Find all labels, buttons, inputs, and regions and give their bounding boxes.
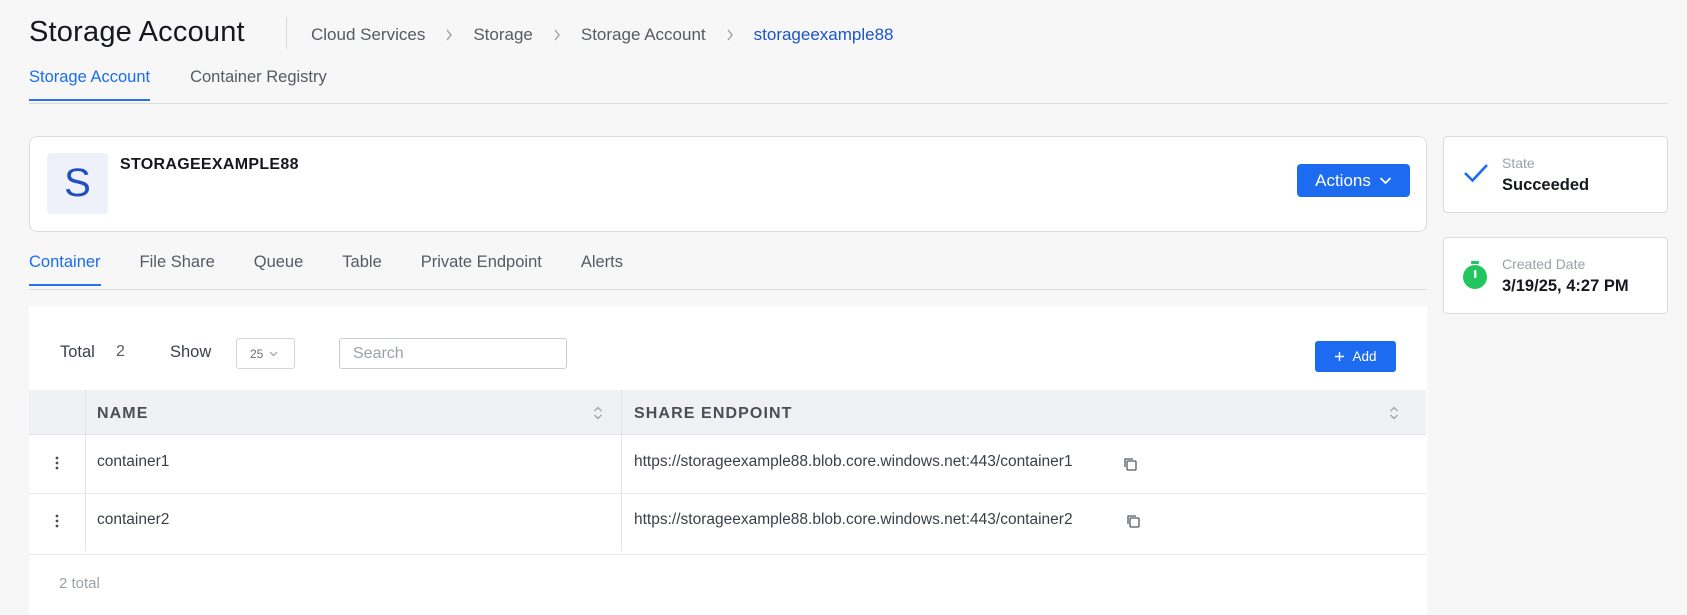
tab-private-endpoint[interactable]: Private Endpoint bbox=[421, 253, 542, 286]
search-input[interactable] bbox=[339, 338, 567, 369]
chevron-down-icon bbox=[269, 351, 278, 357]
total-count: 2 bbox=[116, 343, 125, 360]
column-divider bbox=[621, 390, 622, 551]
tab-storage-account[interactable]: Storage Account bbox=[29, 68, 151, 101]
row-endpoint: https://storageexample88.blob.core.windo… bbox=[634, 511, 1073, 528]
chevron-right-icon bbox=[553, 29, 561, 41]
sub-tabs: Container File Share Queue Table Private… bbox=[29, 253, 662, 286]
row-name: container2 bbox=[97, 511, 170, 528]
row-divider bbox=[29, 554, 1426, 555]
page-size-select[interactable]: 25 bbox=[236, 338, 295, 369]
actions-button[interactable]: Actions bbox=[1297, 164, 1410, 197]
resource-card bbox=[29, 136, 1427, 232]
row-endpoint: https://storageexample88.blob.core.windo… bbox=[634, 453, 1073, 470]
tab-container[interactable]: Container bbox=[29, 253, 101, 286]
row-divider bbox=[29, 493, 1426, 494]
column-header-name[interactable]: NAME bbox=[97, 405, 149, 423]
kebab-icon[interactable] bbox=[47, 453, 67, 473]
add-button-label: Add bbox=[1352, 349, 1377, 364]
kebab-icon[interactable] bbox=[47, 511, 67, 531]
breadcrumb: Cloud Services Storage Storage Account s… bbox=[311, 25, 894, 45]
page-size-value: 25 bbox=[250, 346, 264, 361]
add-button[interactable]: Add bbox=[1315, 341, 1396, 372]
breadcrumb-current: storageexample88 bbox=[753, 25, 894, 44]
column-header-share-endpoint[interactable]: SHARE ENDPOINT bbox=[634, 405, 793, 423]
column-divider bbox=[85, 390, 86, 551]
chevron-right-icon bbox=[445, 29, 453, 41]
tab-queue[interactable]: Queue bbox=[254, 253, 304, 286]
breadcrumb-storage-account[interactable]: Storage Account bbox=[581, 25, 706, 45]
show-label: Show bbox=[170, 343, 212, 361]
copy-icon[interactable] bbox=[1125, 513, 1141, 529]
tab-alerts[interactable]: Alerts bbox=[581, 253, 623, 286]
tab-container-registry[interactable]: Container Registry bbox=[190, 68, 327, 101]
sub-tabs-divider bbox=[29, 289, 1427, 290]
state-card: State Succeeded bbox=[1443, 136, 1668, 213]
tab-table[interactable]: Table bbox=[342, 253, 381, 286]
created-date-value: 3/19/25, 4:27 PM bbox=[1502, 277, 1629, 295]
row-name: container1 bbox=[97, 453, 170, 470]
sort-icon[interactable] bbox=[593, 405, 603, 421]
top-tabs-divider bbox=[29, 103, 1667, 104]
top-tabs: Storage Account Container Registry bbox=[29, 68, 367, 101]
total-label: Total bbox=[60, 343, 95, 361]
tab-file-share[interactable]: File Share bbox=[140, 253, 215, 286]
title-divider bbox=[286, 17, 287, 49]
table-footer-total: 2 total bbox=[59, 575, 100, 592]
breadcrumb-storage[interactable]: Storage bbox=[473, 25, 533, 45]
state-label: State bbox=[1502, 155, 1535, 171]
resource-name: STORAGEEXAMPLE88 bbox=[120, 156, 299, 173]
state-value: Succeeded bbox=[1502, 176, 1590, 194]
copy-icon[interactable] bbox=[1122, 456, 1138, 472]
page-title: Storage Account bbox=[29, 16, 245, 48]
actions-button-label: Actions bbox=[1315, 170, 1371, 190]
plus-icon bbox=[1334, 351, 1345, 362]
chevron-down-icon bbox=[1379, 176, 1392, 185]
check-icon bbox=[1463, 163, 1489, 183]
created-date-label: Created Date bbox=[1502, 256, 1586, 272]
chevron-right-icon bbox=[726, 29, 734, 41]
created-date-card: Created Date 3/19/25, 4:27 PM bbox=[1443, 237, 1668, 314]
sort-icon[interactable] bbox=[1389, 405, 1399, 421]
breadcrumb-cloud-services[interactable]: Cloud Services bbox=[311, 25, 425, 45]
avatar: S bbox=[47, 153, 108, 214]
stopwatch-icon bbox=[1462, 260, 1488, 290]
